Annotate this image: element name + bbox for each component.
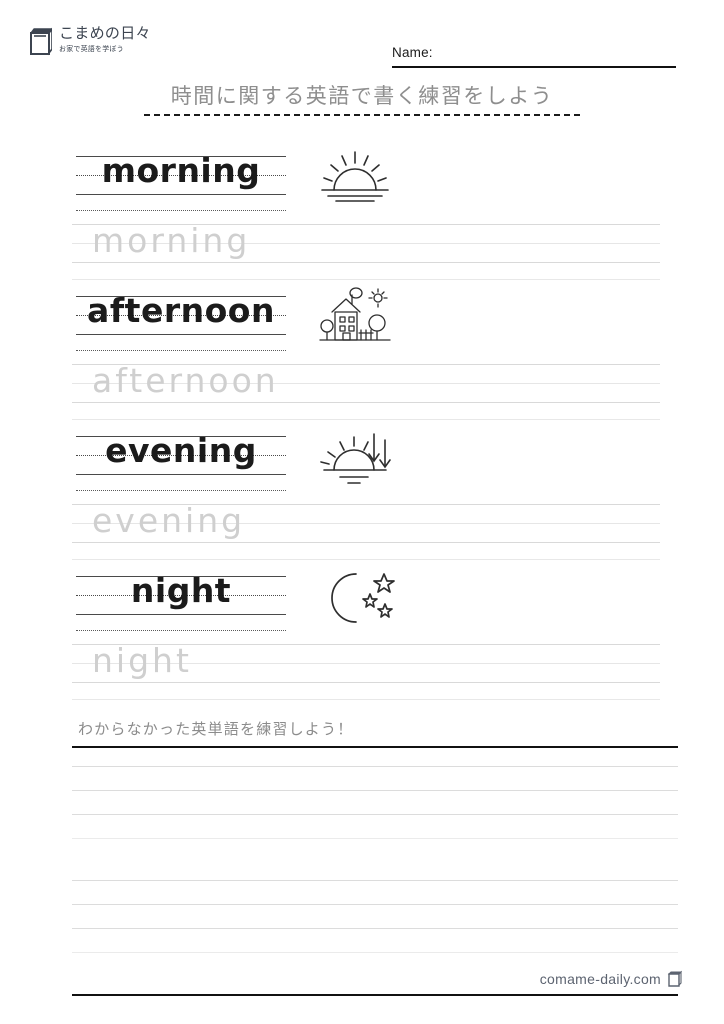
practice-word: night [130, 571, 232, 610]
guide-line-descender [72, 559, 660, 560]
practice-word: evening [105, 431, 257, 470]
guide-line-descender [76, 630, 286, 631]
guide-line-baseline [76, 614, 286, 615]
sunset-icon [312, 426, 398, 488]
free-write-line-group [72, 748, 678, 862]
practice-row[interactable]: morning [0, 142, 724, 212]
sunrise-icon [312, 146, 398, 208]
guide-line-descender [72, 279, 660, 280]
name-label: Name: [392, 45, 433, 60]
trace-word: morning [92, 221, 251, 260]
guide-line-descender [76, 490, 286, 491]
brand-logo: こまめの日々 お家で英語を学ぼう [28, 26, 151, 56]
page-title: 時間に関する英語で書く練習をしよう [170, 85, 554, 108]
free-write-lines[interactable] [72, 748, 678, 976]
guide-line-descender [76, 350, 286, 351]
handwriting-guide: morning [72, 212, 660, 282]
book-icon [667, 970, 682, 988]
brand-title: こまめの日々 [59, 25, 151, 42]
write-line[interactable] [72, 904, 678, 928]
book-icon [28, 26, 52, 56]
handwriting-guide: evening [76, 422, 286, 492]
page-header: こまめの日々 お家で英語を学ぼう Name: [0, 0, 724, 78]
handwriting-guide: afternoon [72, 352, 660, 422]
moon-stars-icon [312, 566, 398, 628]
write-line[interactable] [72, 814, 678, 838]
guide-line-descender [72, 699, 660, 700]
name-field[interactable]: Name: [392, 44, 676, 68]
practice-word: afternoon [87, 291, 275, 330]
handwriting-guide: afternoon [76, 282, 286, 352]
free-write-bottom-rule [72, 994, 678, 996]
practice-row[interactable]: night [0, 562, 724, 632]
free-write-section: わからなかった英単語を練習しよう！ [72, 718, 678, 996]
page-footer: comame-daily.com [540, 970, 682, 988]
worksheet-page: こまめの日々 お家で英語を学ぼう Name: 時間に関する英語で書く練習をしよう… [0, 0, 724, 1024]
guide-line-baseline [76, 334, 286, 335]
trace-word: evening [92, 501, 246, 540]
guide-line-baseline [76, 194, 286, 195]
title-dashed-rule [144, 114, 580, 117]
handwriting-guide: night [76, 562, 286, 632]
practice-row[interactable]: afternoon [0, 352, 724, 422]
practice-row[interactable]: morning [0, 212, 724, 282]
practice-row[interactable]: evening [0, 422, 724, 492]
free-write-line-group [72, 862, 678, 976]
trace-word: afternoon [92, 361, 279, 400]
write-line[interactable] [72, 790, 678, 814]
practice-word: morning [101, 151, 261, 190]
write-line[interactable] [72, 880, 678, 904]
brand-subtitle: お家で英語を学ぼう [59, 46, 124, 53]
footer-site-url: comame-daily.com [539, 971, 661, 987]
handwriting-guide: night [72, 632, 660, 702]
practice-row[interactable]: evening [0, 492, 724, 562]
guide-line-descender [72, 419, 660, 420]
trace-word: night [92, 641, 192, 680]
handwriting-guide: evening [72, 492, 660, 562]
guide-line-descender [76, 210, 286, 211]
free-write-note: わからなかった英単語を練習しよう！ [78, 721, 354, 738]
write-line[interactable] [72, 766, 678, 790]
handwriting-guide: morning [76, 142, 286, 212]
practice-row[interactable]: afternoon [0, 282, 724, 352]
write-line[interactable] [72, 838, 678, 862]
practice-row[interactable]: night [0, 632, 724, 702]
guide-line-baseline [76, 474, 286, 475]
worksheet-title-block: 時間に関する英語で書く練習をしよう [0, 85, 724, 117]
name-input-rule[interactable] [392, 66, 676, 68]
write-line[interactable] [72, 928, 678, 952]
house-daytime-icon [312, 286, 398, 348]
practice-rows: morning morning afternoon afternoon even… [0, 142, 724, 702]
